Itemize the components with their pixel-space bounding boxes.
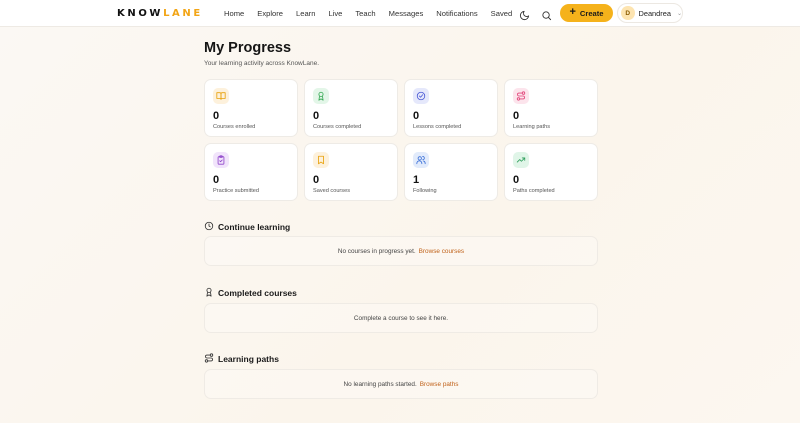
stat-card-following: 1 Following bbox=[404, 143, 498, 201]
stat-label: Lessons completed bbox=[413, 124, 462, 130]
page-header: My Progress Your learning activity acros… bbox=[204, 40, 598, 67]
section-title: Learning paths bbox=[218, 354, 279, 364]
stat-value: 0 bbox=[413, 110, 420, 122]
route-icon bbox=[204, 350, 214, 368]
section-learning-paths: Learning paths bbox=[204, 350, 279, 368]
plus-icon: + bbox=[569, 6, 576, 18]
nav-link-saved[interactable]: Saved bbox=[491, 9, 513, 18]
stats-grid: 0 Courses enrolled 0 Courses completed 0… bbox=[204, 79, 598, 201]
stat-value: 0 bbox=[313, 110, 320, 122]
top-navbar: KNOWLANE Home Explore Learn Live Teach M… bbox=[0, 0, 800, 27]
check-circle-icon bbox=[413, 88, 429, 104]
brand-logo-accent-text: LANE bbox=[163, 8, 203, 19]
stat-label: Practice submitted bbox=[213, 188, 260, 194]
user-menu[interactable]: D Deandrea ⌄ bbox=[617, 3, 683, 23]
stat-label: Courses enrolled bbox=[213, 124, 256, 130]
section-continue-learning: Continue learning bbox=[204, 218, 290, 236]
users-icon bbox=[413, 152, 429, 168]
nav-link-explore[interactable]: Explore bbox=[257, 9, 283, 18]
clipboard-check-icon bbox=[213, 152, 229, 168]
page-title: My Progress bbox=[204, 40, 292, 56]
moon-icon[interactable] bbox=[519, 8, 530, 21]
page-subtitle: Your learning activity across KnowLane. bbox=[204, 60, 320, 67]
bookmark-icon bbox=[313, 152, 329, 168]
stat-label: Following bbox=[413, 188, 437, 194]
user-name: Deandrea bbox=[638, 8, 671, 18]
empty-state-text: Complete a course to see it here. bbox=[353, 314, 449, 322]
nav-link-home[interactable]: Home bbox=[224, 9, 244, 18]
brand-logo[interactable]: KNOWLANE bbox=[117, 8, 203, 19]
empty-state-text: No learning paths started. bbox=[343, 380, 417, 388]
stat-label: Courses completed bbox=[313, 124, 362, 130]
nav-link-notifications[interactable]: Notifications bbox=[436, 9, 477, 18]
continue-learning-empty-state: No courses in progress yet. Browse cours… bbox=[204, 236, 598, 266]
stat-card-paths-completed: 0 Paths completed bbox=[504, 143, 598, 201]
stat-label: Saved courses bbox=[313, 188, 351, 194]
section-title: Continue learning bbox=[218, 222, 291, 232]
stat-card-lessons-completed: 0 Lessons completed bbox=[404, 79, 498, 137]
stat-card-practice-submitted: 0 Practice submitted bbox=[204, 143, 298, 201]
route-icon bbox=[513, 88, 529, 104]
chevron-down-icon: ⌄ bbox=[676, 10, 682, 17]
browse-paths-link[interactable]: Browse paths bbox=[420, 381, 459, 388]
award-icon bbox=[204, 284, 214, 302]
create-button[interactable]: + Create bbox=[560, 4, 613, 22]
stat-card-saved-courses: 0 Saved courses bbox=[304, 143, 398, 201]
stat-card-courses-enrolled: 0 Courses enrolled bbox=[204, 79, 298, 137]
stat-value: 0 bbox=[213, 110, 220, 122]
stat-value: 0 bbox=[313, 174, 320, 186]
stat-value: 1 bbox=[413, 174, 420, 186]
section-title: Completed courses bbox=[218, 288, 297, 298]
stat-card-learning-paths: 0 Learning paths bbox=[504, 79, 598, 137]
nav-link-teach[interactable]: Teach bbox=[355, 9, 375, 18]
stat-label: Learning paths bbox=[513, 124, 551, 130]
nav-link-live[interactable]: Live bbox=[328, 9, 342, 18]
create-button-label: Create bbox=[579, 8, 604, 18]
clock-icon bbox=[204, 218, 214, 236]
book-icon bbox=[213, 88, 229, 104]
browse-courses-link[interactable]: Browse courses bbox=[419, 248, 464, 255]
stat-value: 0 bbox=[513, 174, 520, 186]
stat-card-courses-completed: 0 Courses completed bbox=[304, 79, 398, 137]
search-icon[interactable] bbox=[541, 8, 552, 21]
nav-link-learn[interactable]: Learn bbox=[296, 9, 315, 18]
learning-paths-empty-state: No learning paths started. Browse paths bbox=[204, 369, 598, 399]
avatar: D bbox=[621, 6, 635, 20]
brand-logo-text: KNOW bbox=[117, 8, 164, 19]
empty-state-text: No courses in progress yet. bbox=[337, 247, 416, 255]
nav-links: Home Explore Learn Live Teach Messages N… bbox=[224, 9, 525, 18]
award-icon bbox=[313, 88, 329, 104]
stat-value: 0 bbox=[513, 110, 520, 122]
section-completed-courses: Completed courses bbox=[204, 284, 297, 302]
nav-link-messages[interactable]: Messages bbox=[389, 9, 424, 18]
trending-up-icon bbox=[513, 152, 529, 168]
completed-courses-empty-state: Complete a course to see it here. bbox=[204, 303, 598, 333]
stat-value: 0 bbox=[213, 174, 220, 186]
stat-label: Paths completed bbox=[513, 188, 555, 194]
